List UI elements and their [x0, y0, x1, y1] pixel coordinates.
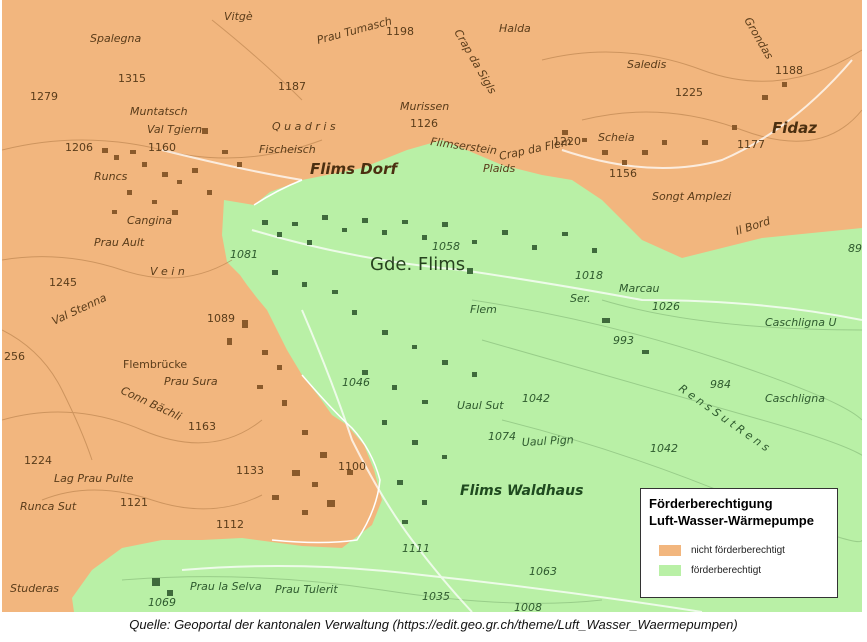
map-label: 1121 — [120, 496, 148, 509]
map-label: Prau Ault — [94, 236, 145, 249]
map-label: 1042 — [650, 442, 678, 455]
map-label: Fischeisch — [259, 143, 316, 156]
legend-item-foerderberechtigt: förderberechtigt — [659, 565, 761, 576]
map-label: 1018 — [575, 269, 603, 282]
map-label: 1069 — [148, 596, 176, 609]
map-label: 1160 — [148, 141, 176, 154]
map-label: 1111 — [402, 542, 430, 555]
map-label: 1008 — [514, 601, 542, 612]
legend: Förderberechtigung Luft-Wasser-Wärmepump… — [640, 488, 838, 598]
map-label: 1224 — [24, 454, 52, 467]
map-label: Prau la Selva — [190, 580, 262, 593]
map-label: 1112 — [216, 518, 244, 531]
legend-swatch — [659, 545, 681, 556]
map-label: 256 — [4, 350, 25, 363]
map-label: 1035 — [422, 590, 450, 603]
map-label: 1177 — [737, 138, 765, 151]
map-label: 984 — [710, 378, 731, 391]
map-label: 1026 — [652, 300, 680, 313]
map-label: 1315 — [118, 72, 146, 85]
map-label: Halda — [499, 22, 531, 35]
source-caption: Quelle: Geoportal der kantonalen Verwalt… — [129, 617, 738, 632]
map-label: Scheia — [598, 131, 635, 144]
map-label: Spalegna — [90, 32, 141, 45]
map-label: Val Tgiern — [147, 123, 202, 136]
map-label: 1126 — [410, 117, 438, 130]
map-label: Prau Tulerit — [275, 583, 338, 596]
map-label: Flembrücke — [123, 358, 187, 371]
map-label: 993 — [613, 334, 634, 347]
map-label: 1058 — [432, 240, 460, 253]
map-label: Ser. — [570, 292, 591, 305]
map-label: V e i n — [150, 265, 185, 278]
map-label: Muntatsch — [130, 105, 188, 118]
map-label: 1198 — [386, 25, 414, 38]
map-label: 1188 — [775, 64, 803, 77]
map-label: 1279 — [30, 90, 58, 103]
map-label: Marcau — [619, 282, 660, 295]
legend-label: nicht förderberechtigt — [691, 545, 785, 556]
map-label: Caschligna — [765, 392, 825, 405]
map-label: 1089 — [207, 312, 235, 325]
legend-subtitle: Luft-Wasser-Wärmepumpe — [649, 513, 814, 528]
map-label: 1133 — [236, 464, 264, 477]
map-label: Uaul Sut — [457, 399, 504, 412]
legend-title: Förderberechtigung — [649, 496, 773, 511]
map-label: 1163 — [188, 420, 216, 433]
map-label: 89 — [848, 242, 862, 255]
map-label: 1156 — [609, 167, 637, 180]
map-label: Vitgè — [224, 10, 253, 23]
map-label: Gde. Flims — [370, 254, 465, 275]
map-label: Songt Amplezi — [652, 190, 731, 203]
map-label: Runca Sut — [20, 500, 77, 513]
legend-label: förderberechtigt — [691, 565, 762, 576]
map-label: Murissen — [400, 100, 449, 113]
map-label: 1225 — [675, 86, 703, 99]
map-label: Saledis — [627, 58, 667, 71]
map-label: Lag Prau Pulte — [54, 472, 134, 485]
map-label: Fidaz — [772, 119, 817, 137]
map-label: 1074 — [488, 430, 516, 443]
map-label: 1046 — [342, 376, 370, 389]
map-label: 1206 — [65, 141, 93, 154]
map-label: 1245 — [49, 276, 77, 289]
map-label: Uaul Pign — [521, 433, 574, 449]
map-label: 1220 — [553, 135, 581, 148]
map-label: Caschligna U — [765, 316, 837, 329]
map-label: 1063 — [529, 565, 557, 578]
map-label: Flims Waldhaus — [460, 483, 583, 499]
map-label: 1100 — [338, 460, 366, 473]
legend-swatch — [659, 565, 681, 576]
map-label: Prau Sura — [164, 375, 218, 388]
map-label: Studeras — [10, 582, 59, 595]
map-label: 1081 — [230, 248, 258, 261]
map-label: 1042 — [522, 392, 550, 405]
map-label: Flem — [470, 303, 497, 316]
map-label: Plaids — [483, 162, 515, 175]
map-label: Cangina — [127, 214, 172, 227]
legend-item-nicht-foerderberechtigt: nicht förderberechtigt — [659, 545, 785, 556]
map-label: 1187 — [278, 80, 306, 93]
map-label: Runcs — [94, 170, 128, 183]
map-label: Q u a d r i s — [272, 120, 336, 133]
map-label: Flims Dorf — [310, 160, 399, 178]
